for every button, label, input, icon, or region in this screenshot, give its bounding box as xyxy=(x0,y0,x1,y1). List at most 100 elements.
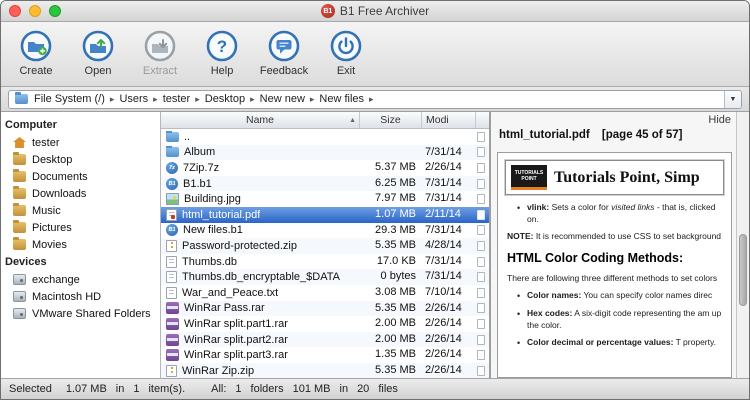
file-name: Building.jpg xyxy=(184,193,241,205)
table-row[interactable]: Thumbs.db 17.0 KB 7/31/14 xyxy=(161,254,489,270)
column-header-size[interactable]: Size xyxy=(359,112,421,128)
table-row[interactable]: Password-protected.zip 5.35 MB 4/28/14 xyxy=(161,238,489,254)
file-size: 7.97 MB xyxy=(359,191,421,207)
table-row[interactable]: .. xyxy=(161,129,489,145)
sidebar-item-icon xyxy=(13,154,26,165)
table-row[interactable]: B1.b1 6.25 MB 7/31/14 xyxy=(161,176,489,192)
file-size: 1.07 MB xyxy=(359,207,421,223)
table-row[interactable]: WinRar split.part2.rar 2.00 MB 2/26/14 xyxy=(161,332,489,348)
exit-button[interactable]: Exit xyxy=(317,26,375,77)
pdf-body-text: vlink: Sets a color for visited links - … xyxy=(505,195,724,350)
create-icon xyxy=(18,28,54,64)
file-list-header: Name ▲ Size Modi xyxy=(161,112,489,129)
bullet-icon xyxy=(517,290,527,303)
breadcrumb-separator-icon: ▸ xyxy=(250,94,255,105)
status-total-size: 101 MB xyxy=(293,383,331,395)
table-row[interactable]: War_and_Peace.txt 3.08 MB 7/10/14 xyxy=(161,285,489,301)
zoom-button[interactable] xyxy=(49,5,61,17)
sidebar-item-label: Desktop xyxy=(32,154,72,166)
sidebar-item[interactable]: Downloads xyxy=(1,185,160,202)
file-name: Thumbs.db xyxy=(182,256,237,268)
sidebar-device-item[interactable]: VMware Shared Folders xyxy=(1,305,160,322)
breadcrumb-segment[interactable]: File System (/) xyxy=(34,93,105,105)
file-mini-icon xyxy=(477,179,485,189)
sidebar-item-label: tester xyxy=(32,137,60,149)
extract-button[interactable]: Extract xyxy=(131,26,189,77)
app-badge-icon: B1 xyxy=(321,4,335,18)
file-mini-icon xyxy=(477,210,485,220)
sidebar-item-label: Macintosh HD xyxy=(32,291,101,303)
file-modified: 2/26/14 xyxy=(421,332,475,348)
breadcrumb-separator-icon: ▸ xyxy=(310,94,315,105)
minimize-button[interactable] xyxy=(29,5,41,17)
file-type-icon xyxy=(166,132,179,142)
file-size: 0 bytes xyxy=(359,269,421,285)
sidebar-device-item[interactable]: Macintosh HD xyxy=(1,288,160,305)
main-content: Computer tester Desktop Documents xyxy=(1,112,749,378)
feedback-button[interactable]: Feedback xyxy=(255,26,313,77)
breadcrumb[interactable]: File System (/) ▸ Users ▸ tester ▸ Deskt… xyxy=(8,90,742,109)
sidebar-item-label: Pictures xyxy=(32,222,72,234)
file-size: 6.25 MB xyxy=(359,176,421,192)
column-header-name[interactable]: Name ▲ xyxy=(161,112,359,128)
table-row[interactable]: Album 7/31/14 xyxy=(161,145,489,161)
status-in-1: in xyxy=(116,383,125,395)
file-size: 5.35 MB xyxy=(359,238,421,254)
feedback-icon xyxy=(266,28,302,64)
status-selected-size: 1.07 MB xyxy=(66,383,107,395)
scrollbar-thumb[interactable] xyxy=(739,234,747,306)
breadcrumb-segment[interactable]: Desktop xyxy=(205,93,245,105)
sidebar-item-label: VMware Shared Folders xyxy=(32,308,151,320)
sidebar-item[interactable]: Movies xyxy=(1,236,160,253)
path-dropdown-button[interactable]: ▼ xyxy=(724,90,741,109)
file-type-icon xyxy=(166,271,177,283)
extract-label: Extract xyxy=(143,65,177,77)
create-label: Create xyxy=(19,65,52,77)
sidebar-item-icon xyxy=(13,137,26,148)
sidebar-item[interactable]: tester xyxy=(1,134,160,151)
pdf-bullet: Hex codes: A six-digit code representing… xyxy=(517,308,722,332)
status-bar: Selected 1.07 MB in 1 item(s). All: 1 fo… xyxy=(1,378,749,399)
preview-file-name: html_tutorial.pdf xyxy=(499,129,590,141)
column-header-modified[interactable]: Modi xyxy=(421,112,475,128)
sidebar-item[interactable]: Desktop xyxy=(1,151,160,168)
table-row[interactable]: Building.jpg 7.97 MB 7/31/14 xyxy=(161,191,489,207)
open-button[interactable]: Open xyxy=(69,26,127,77)
table-row[interactable]: WinRar Pass.rar 5.35 MB 2/26/14 xyxy=(161,301,489,317)
sidebar-item[interactable]: Documents xyxy=(1,168,160,185)
create-button[interactable]: Create xyxy=(7,26,65,77)
breadcrumb-segment[interactable]: tester xyxy=(163,93,191,105)
file-mini-icon xyxy=(477,288,485,298)
file-list-body: .. Album 7/31/14 xyxy=(161,129,489,378)
hide-preview-button[interactable]: Hide xyxy=(708,114,731,126)
table-row[interactable]: html_tutorial.pdf 1.07 MB 2/11/14 xyxy=(161,207,489,223)
sidebar-item-label: Movies xyxy=(32,239,67,251)
table-row[interactable]: WinRar split.part3.rar 1.35 MB 2/26/14 xyxy=(161,347,489,363)
sidebar-item[interactable]: Pictures xyxy=(1,219,160,236)
sidebar-item[interactable]: Music xyxy=(1,202,160,219)
folder-icon xyxy=(15,94,28,104)
file-name: Password-protected.zip xyxy=(182,240,297,252)
title-bar[interactable]: B1 B1 Free Archiver xyxy=(1,1,749,22)
status-selected-count: 1 xyxy=(133,383,139,395)
pdf-bullet: Color names: You can specify color names… xyxy=(517,290,722,303)
sidebar-item-icon xyxy=(13,239,26,250)
close-button[interactable] xyxy=(9,5,21,17)
table-row[interactable]: WinRar Zip.zip 5.35 MB 2/26/14 xyxy=(161,363,489,378)
sidebar-device-item[interactable]: exchange xyxy=(1,271,160,288)
preview-scrollbar[interactable] xyxy=(736,112,749,378)
preview-page-info: [page 45 of 57] xyxy=(602,129,683,141)
open-label: Open xyxy=(85,65,112,77)
breadcrumb-segment[interactable]: New new xyxy=(260,93,305,105)
breadcrumb-segment[interactable]: New files xyxy=(319,93,364,105)
table-row[interactable]: Thumbs.db_encryptable_$DATA 0 bytes 7/31… xyxy=(161,269,489,285)
file-type-icon xyxy=(166,256,177,268)
status-items-label: item(s). xyxy=(148,383,185,395)
column-header-extra xyxy=(475,112,489,128)
table-row[interactable]: WinRar split.part1.rar 2.00 MB 2/26/14 xyxy=(161,316,489,332)
help-button[interactable]: ? Help xyxy=(193,26,251,77)
table-row[interactable]: 7Zip.7z 5.37 MB 2/26/14 xyxy=(161,160,489,176)
file-type-icon xyxy=(166,349,179,361)
breadcrumb-segment[interactable]: Users xyxy=(119,93,148,105)
table-row[interactable]: New files.b1 29.3 MB 7/31/14 xyxy=(161,223,489,239)
